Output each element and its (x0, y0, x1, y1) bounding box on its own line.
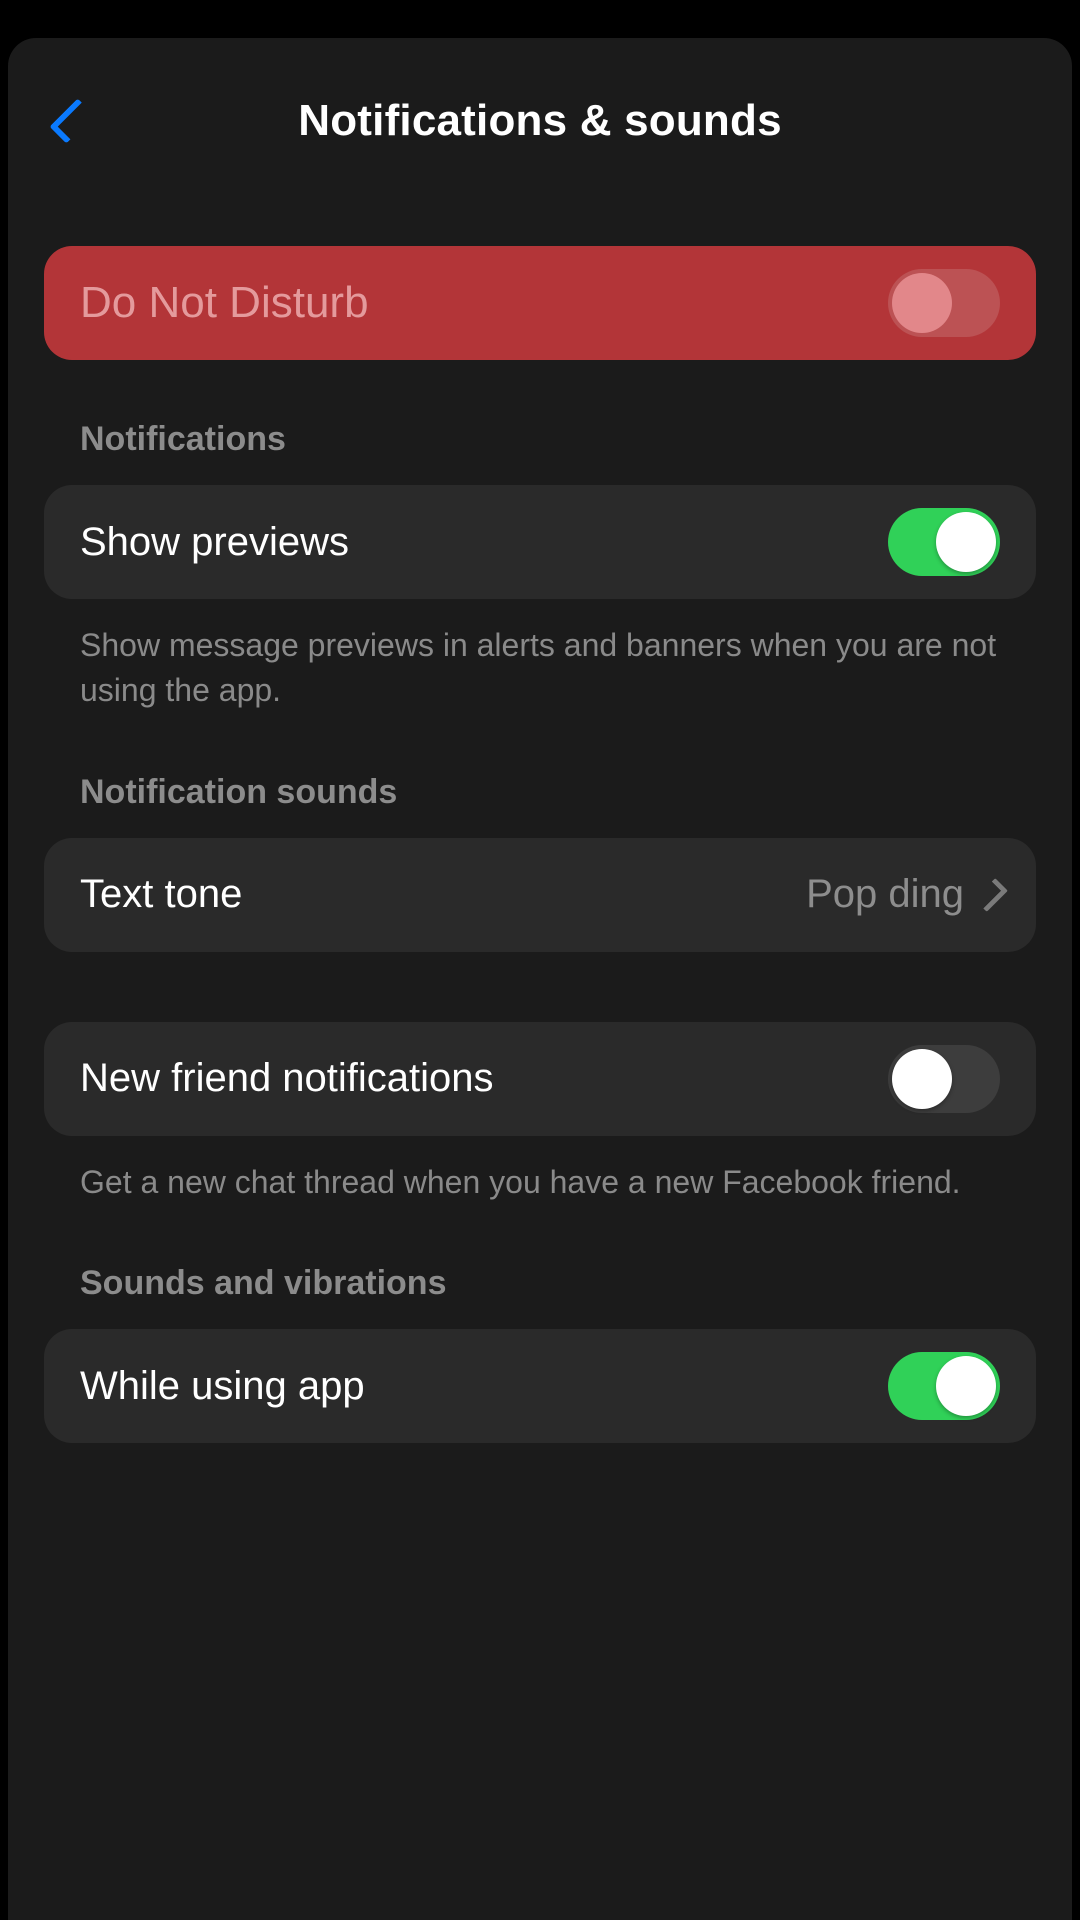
do-not-disturb-label: Do Not Disturb (80, 278, 369, 328)
do-not-disturb-toggle[interactable] (888, 269, 1000, 337)
page-title: Notifications & sounds (298, 96, 782, 146)
text-tone-right: Pop ding (806, 872, 1000, 917)
new-friend-row[interactable]: New friend notifications (44, 1022, 1036, 1136)
section-heading-notifications: Notifications (80, 420, 1036, 459)
while-using-app-label: While using app (80, 1364, 365, 1409)
toggle-knob (936, 1356, 996, 1416)
do-not-disturb-row[interactable]: Do Not Disturb (44, 246, 1036, 360)
settings-sheet: Notifications & sounds Do Not Disturb No… (8, 38, 1072, 1920)
while-using-app-toggle[interactable] (888, 1352, 1000, 1420)
text-tone-row[interactable]: Text tone Pop ding (44, 838, 1036, 952)
header: Notifications & sounds (8, 66, 1072, 176)
show-previews-description: Show message previews in alerts and bann… (80, 623, 1000, 713)
toggle-knob (892, 273, 952, 333)
content: Do Not Disturb Notifications Show previe… (8, 176, 1072, 1443)
toggle-knob (936, 512, 996, 572)
new-friend-description: Get a new chat thread when you have a ne… (80, 1160, 1000, 1205)
text-tone-value: Pop ding (806, 872, 964, 917)
show-previews-label: Show previews (80, 520, 349, 565)
section-heading-vibrations: Sounds and vibrations (80, 1264, 1036, 1303)
new-friend-label: New friend notifications (80, 1056, 494, 1101)
toggle-knob (892, 1049, 952, 1109)
section-heading-sounds: Notification sounds (80, 773, 1036, 812)
while-using-app-row[interactable]: While using app (44, 1329, 1036, 1443)
chevron-left-icon (49, 98, 94, 143)
chevron-right-icon (974, 878, 1008, 912)
text-tone-label: Text tone (80, 872, 242, 917)
show-previews-toggle[interactable] (888, 508, 1000, 576)
new-friend-toggle[interactable] (888, 1045, 1000, 1113)
back-button[interactable] (50, 91, 94, 151)
show-previews-row[interactable]: Show previews (44, 485, 1036, 599)
